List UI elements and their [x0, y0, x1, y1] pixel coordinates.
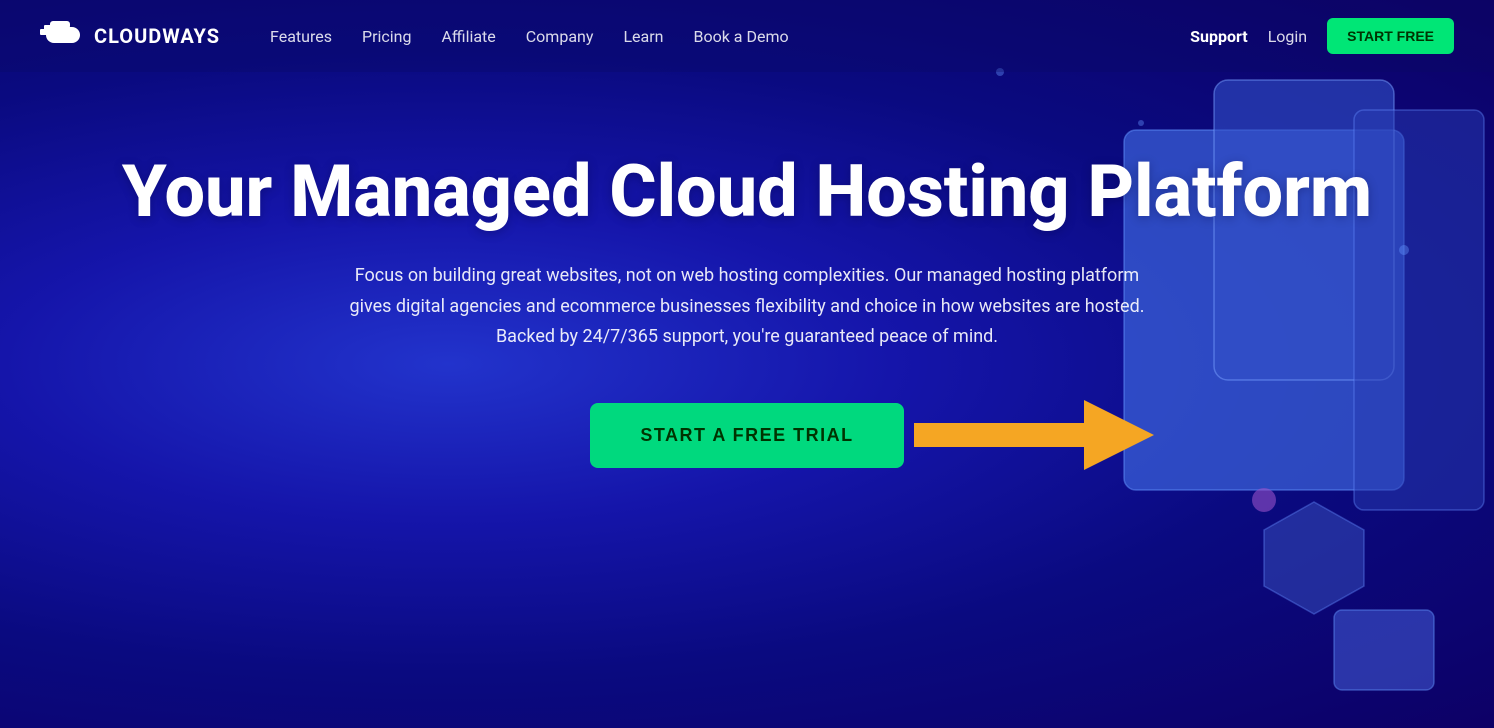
- logo-icon: [40, 21, 84, 51]
- hero-content: Your Managed Cloud Hosting Platform Focu…: [0, 72, 1494, 468]
- nav-link-affiliate[interactable]: Affiliate: [441, 27, 495, 46]
- navbar: CLOUDWAYS Features Pricing Affiliate Com…: [0, 0, 1494, 72]
- nav-link-learn[interactable]: Learn: [623, 27, 663, 46]
- nav-links: Features Pricing Affiliate Company Learn…: [270, 27, 1190, 46]
- nav-link-book-demo[interactable]: Book a Demo: [694, 27, 789, 46]
- logo-area[interactable]: CLOUDWAYS: [40, 21, 220, 51]
- cta-arrow: [914, 395, 1154, 475]
- nav-link-company[interactable]: Company: [526, 27, 594, 46]
- hero-subtitle: Focus on building great websites, not on…: [337, 261, 1157, 353]
- logo-text: CLOUDWAYS: [94, 24, 220, 48]
- cta-container: START A FREE TRIAL: [590, 403, 903, 468]
- nav-link-features[interactable]: Features: [270, 27, 332, 46]
- nav-start-free-button[interactable]: START FREE: [1327, 18, 1454, 54]
- hero-section: CLOUDWAYS Features Pricing Affiliate Com…: [0, 0, 1494, 728]
- hero-title: Your Managed Cloud Hosting Platform: [80, 152, 1414, 231]
- start-free-trial-button[interactable]: START A FREE TRIAL: [590, 403, 903, 468]
- nav-right: Support Login START FREE: [1190, 18, 1454, 54]
- nav-support[interactable]: Support: [1190, 27, 1248, 46]
- nav-login[interactable]: Login: [1268, 27, 1307, 46]
- nav-link-pricing[interactable]: Pricing: [362, 27, 412, 46]
